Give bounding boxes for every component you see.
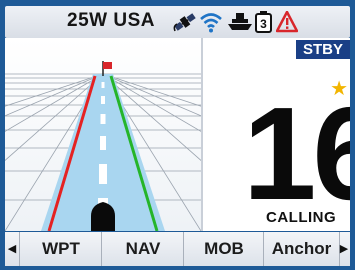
- wpt-button[interactable]: WPT: [19, 232, 102, 266]
- scroll-right-arrow-icon[interactable]: ▶: [338, 232, 350, 266]
- alert-triangle-icon[interactable]: [275, 10, 299, 38]
- mob-button[interactable]: MOB: [183, 232, 264, 266]
- battery-icon: 3: [255, 11, 273, 38]
- scroll-left-arrow-icon[interactable]: ◀: [5, 232, 19, 266]
- channel-number: 16: [243, 80, 350, 227]
- highway-plotter[interactable]: [5, 38, 203, 231]
- boat-icon: [227, 11, 253, 38]
- channel-status: CALLING: [266, 209, 337, 226]
- badge-number: 3: [260, 17, 267, 31]
- mode-badge: STBY: [296, 40, 350, 59]
- status-bar: 25W USA 3: [5, 6, 350, 38]
- channel-panel: STBY ★ 16 CALLING: [203, 38, 350, 231]
- wifi-icon: [199, 11, 223, 38]
- softkey-bar: ◀ WPT NAV MOB Anchor ▶: [5, 232, 350, 266]
- vessel-icon: [91, 202, 115, 231]
- satellite-icon: [172, 11, 198, 38]
- nav-button[interactable]: NAV: [101, 232, 184, 266]
- channel-label: 25W USA: [67, 10, 155, 31]
- anchor-button[interactable]: Anchor: [263, 232, 340, 266]
